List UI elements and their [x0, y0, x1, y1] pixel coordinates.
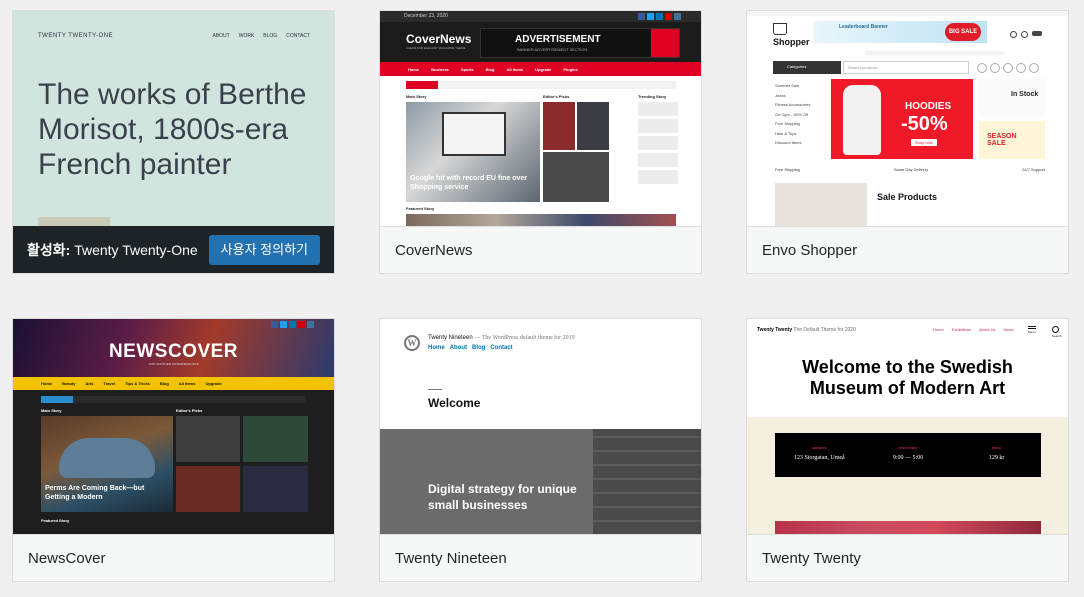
preview-nav: Home Business Sports Blog All Items Upgr… [380, 62, 701, 76]
customize-button[interactable]: 사용자 정의하기 [208, 235, 320, 265]
preview-nav: Home Exhibitions About Us News [933, 327, 1014, 332]
preview-logo: CoverNews [406, 32, 472, 46]
preview-art-image [775, 521, 1041, 534]
theme-screenshot[interactable]: Twenty Twenty The Default Theme for 2020… [747, 319, 1068, 534]
preview-logo: Shopper [773, 23, 810, 47]
preview-ticker [41, 396, 306, 403]
theme-card-twenty-nineteen[interactable]: W Twenty Nineteen — The WordPress defaul… [379, 318, 702, 582]
instagram-icon [674, 13, 681, 20]
preview-site-title: Twenty Nineteen — The WordPress default … [428, 335, 575, 341]
social-icons [638, 13, 681, 20]
preview-banner: Leaderboard Banner BIG SALE [813, 21, 987, 43]
theme-name: Twenty Twenty [747, 534, 1068, 581]
preview-category-list: Summer Sale Jeans Fitness Accessories Go… [775, 83, 811, 145]
preview-social-row [977, 63, 1039, 73]
preview-headline: The works of Berthe Morisot, 1800s-era F… [38, 78, 307, 181]
preview-nav-line [865, 51, 1005, 55]
preview-welcome: Welcome [428, 396, 481, 410]
preview-section-trending: Trending Story [638, 94, 667, 99]
menu-icon: Menu [1028, 326, 1036, 334]
social-icons [271, 321, 314, 328]
theme-screenshot[interactable]: W Twenty Nineteen — The WordPress defaul… [380, 319, 701, 534]
preview-site-title: Twenty Twenty The Default Theme for 2020 [757, 327, 856, 333]
wordpress-logo-icon: W [404, 335, 420, 351]
preview-section-editors: Editor's Picks [176, 408, 203, 413]
preview-search-input: Search products... [843, 61, 969, 74]
preview-ticker [406, 81, 676, 89]
youtube-icon [665, 13, 672, 20]
cart-icon [773, 23, 787, 35]
theme-card-covernews[interactable]: December 23, 2020 CoverNews CLEAN AND EL… [379, 10, 702, 274]
preview-editors-grid [543, 102, 609, 202]
preview-side-promo-1: In Stock [979, 79, 1045, 117]
theme-screenshot[interactable]: Shopper Leaderboard Banner BIG SALE Cate… [747, 11, 1068, 226]
preview-date: December 23, 2020 [404, 13, 448, 19]
preview-header: CoverNews CLEAN AND ELEGANT MAGAZINE THE… [380, 22, 701, 62]
preview-section-main: Main Story [406, 94, 427, 99]
theme-name: CoverNews [380, 226, 701, 273]
preview-sale-products: Sale Products [877, 192, 938, 202]
preview-topbar: December 23, 2020 [380, 11, 701, 22]
preview-bg: ADDRESS 123 Storgatan, Umeå OPEN TODAY 9… [747, 417, 1068, 534]
active-label: 활성화: [27, 242, 71, 258]
theme-name: Twenty Nineteen [380, 534, 701, 581]
theme-screenshot[interactable]: TWENTY TWENTY-ONE ABOUT WORK BLOG CONTAC… [13, 11, 334, 226]
preview-categories-bar: Categories [773, 61, 841, 74]
preview-header: NEWSCOVER JUST ANOTHER COVERNEWS SITE [13, 319, 334, 377]
preview-nav: Home About Blog Contact [428, 345, 513, 351]
linkedin-icon [656, 13, 663, 20]
preview-section-editors: Editor's Picks [543, 94, 570, 99]
theme-screenshot[interactable]: December 23, 2020 CoverNews CLEAN AND EL… [380, 11, 701, 226]
preview-ad-banner: ADVERTISEMENT BANNER ADVERTISEMENT SECTI… [480, 28, 680, 58]
theme-screenshot[interactable]: NEWSCOVER JUST ANOTHER COVERNEWS SITE Ho… [13, 319, 334, 534]
preview-nav: Home Beauty Arts Travel Tips & Tricks Bl… [13, 377, 334, 390]
search-icon: Search [1052, 326, 1062, 338]
preview-main-image: Google hit with record EU fine over Shop… [406, 102, 540, 202]
theme-name: NewsCover [13, 534, 334, 581]
theme-name: Envo Shopper [747, 226, 1068, 273]
active-theme-bar: 활성화: Twenty Twenty-One 사용자 정의하기 [13, 226, 334, 273]
theme-card-envo-shopper[interactable]: Shopper Leaderboard Banner BIG SALE Cate… [746, 10, 1069, 274]
theme-name: Twenty Twenty-One [74, 242, 198, 258]
preview-headline: Welcome to the Swedish Museum of Modern … [802, 357, 1013, 398]
preview-info-box: ADDRESS 123 Storgatan, Umeå OPEN TODAY 9… [775, 433, 1041, 477]
facebook-icon [638, 13, 645, 20]
preview-featured: Featured Story [406, 206, 435, 211]
preview-calendar-image [593, 429, 701, 534]
preview-section-main: Main Story [41, 408, 62, 413]
preview-features-row: Free Shipping Same Day Delivery 24/7 Sup… [775, 167, 1045, 172]
preview-site-title: TWENTY TWENTY-ONE [38, 33, 114, 39]
preview-nav: ABOUT WORK BLOG CONTACT [212, 33, 311, 39]
preview-tagline: CLEAN AND ELEGANT MAGAZINE THEME [406, 46, 466, 50]
preview-trending-list [638, 102, 678, 202]
twitter-icon [647, 13, 654, 20]
preview-hero: Digital strategy for unique small busine… [380, 429, 701, 534]
theme-card-twenty-twenty-one[interactable]: TWENTY TWENTY-ONE ABOUT WORK BLOG CONTAC… [12, 10, 335, 274]
preview-editors-grid [176, 416, 308, 512]
preview-featured: Featured Story [41, 518, 70, 523]
theme-card-twenty-twenty[interactable]: Twenty Twenty The Default Theme for 2020… [746, 318, 1069, 582]
preview-main-image: Perms Are Coming Back—but Getting a Mode… [41, 416, 173, 512]
preview-side-promo-2: SEASON SALE [979, 121, 1045, 159]
preview-header-icons [1010, 31, 1042, 38]
preview-hero: HOODIES -50% Shop now [831, 79, 973, 159]
preview-image [38, 217, 110, 226]
theme-card-newscover[interactable]: NEWSCOVER JUST ANOTHER COVERNEWS SITE Ho… [12, 318, 335, 582]
